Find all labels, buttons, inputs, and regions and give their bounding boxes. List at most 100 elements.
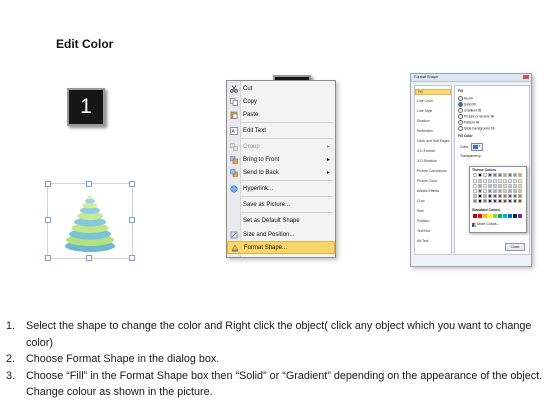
nav-item[interactable]: Crop xyxy=(417,199,425,203)
standard-color-swatch[interactable] xyxy=(493,214,497,218)
standard-color-swatch[interactable] xyxy=(518,214,522,218)
color-swatch[interactable] xyxy=(518,179,522,183)
color-swatch[interactable] xyxy=(473,189,477,193)
radio-gradient-fill[interactable]: Gradient fill xyxy=(458,108,481,113)
resize-handle[interactable] xyxy=(129,217,135,223)
standard-color-swatch[interactable] xyxy=(513,214,517,218)
color-swatch[interactable] xyxy=(508,184,512,188)
menu-item-hyperlink[interactable]: Hyperlink... xyxy=(227,182,335,195)
shape-selection-frame[interactable] xyxy=(45,181,135,261)
nav-item[interactable]: Position xyxy=(417,219,429,223)
color-swatch[interactable] xyxy=(498,194,502,198)
menu-item-format-shape[interactable]: Format Shape... xyxy=(227,241,335,254)
radio-solid-fill[interactable]: Solid fill xyxy=(458,102,476,107)
color-swatch[interactable] xyxy=(488,194,492,198)
color-swatch[interactable] xyxy=(508,173,512,177)
color-swatch[interactable] xyxy=(503,189,507,193)
nav-item-fill[interactable]: Fill xyxy=(415,89,451,95)
color-swatch[interactable] xyxy=(478,179,482,183)
nav-item[interactable]: 3-D Rotation xyxy=(417,159,437,163)
radio-no-fill[interactable]: No fill xyxy=(458,96,472,101)
color-swatch[interactable] xyxy=(493,194,497,198)
resize-handle[interactable] xyxy=(129,255,135,261)
color-picker-button[interactable]: ▾ xyxy=(471,143,483,151)
menu-item-group[interactable]: Group ▸ xyxy=(227,140,335,153)
color-swatch[interactable] xyxy=(488,173,492,177)
color-swatch[interactable] xyxy=(483,179,487,183)
color-swatch[interactable] xyxy=(478,199,482,203)
color-swatch[interactable] xyxy=(513,173,517,177)
standard-color-swatch[interactable] xyxy=(483,214,487,218)
standard-color-swatch[interactable] xyxy=(503,214,507,218)
color-swatch[interactable] xyxy=(513,189,517,193)
color-swatch[interactable] xyxy=(498,184,502,188)
color-swatch[interactable] xyxy=(513,179,517,183)
color-swatch[interactable] xyxy=(518,173,522,177)
resize-handle[interactable] xyxy=(129,181,135,187)
color-swatch[interactable] xyxy=(513,199,517,203)
color-swatch[interactable] xyxy=(503,173,507,177)
color-swatch[interactable] xyxy=(483,199,487,203)
standard-color-swatch[interactable] xyxy=(473,214,477,218)
color-swatch[interactable] xyxy=(488,179,492,183)
nav-item[interactable]: Reflection xyxy=(417,129,433,133)
menu-item-copy[interactable]: Copy xyxy=(227,95,335,108)
menu-item-paste[interactable]: Paste xyxy=(227,108,335,121)
color-swatch[interactable] xyxy=(503,194,507,198)
color-swatch[interactable] xyxy=(493,173,497,177)
color-swatch[interactable] xyxy=(483,189,487,193)
color-swatch[interactable] xyxy=(478,189,482,193)
resize-handle[interactable] xyxy=(45,255,51,261)
nav-item[interactable]: Alt Text xyxy=(417,239,428,243)
color-swatch[interactable] xyxy=(483,194,487,198)
color-swatch[interactable] xyxy=(488,189,492,193)
standard-color-swatch[interactable] xyxy=(508,214,512,218)
color-swatch[interactable] xyxy=(503,199,507,203)
nav-item[interactable]: Glow and Soft Edges xyxy=(417,139,450,143)
menu-item-bring-to-front[interactable]: Bring to Front ▸ xyxy=(227,153,335,166)
nav-item[interactable]: Artistic Effects xyxy=(417,189,439,193)
color-swatch[interactable] xyxy=(503,184,507,188)
color-swatch[interactable] xyxy=(508,189,512,193)
color-swatch[interactable] xyxy=(478,173,482,177)
color-swatch[interactable] xyxy=(483,173,487,177)
color-swatch[interactable] xyxy=(518,189,522,193)
menu-item-set-default-shape[interactable]: Set as Default Shape xyxy=(227,214,335,227)
color-swatch[interactable] xyxy=(518,199,522,203)
nav-item[interactable]: Line Style xyxy=(417,109,432,113)
standard-color-swatch[interactable] xyxy=(498,214,502,218)
color-swatch[interactable] xyxy=(473,184,477,188)
color-swatch[interactable] xyxy=(518,194,522,198)
color-swatch[interactable] xyxy=(478,194,482,198)
resize-handle[interactable] xyxy=(45,181,51,187)
menu-item-cut[interactable]: Cut xyxy=(227,82,335,95)
nav-item[interactable]: Line Color xyxy=(417,99,433,103)
standard-color-swatch[interactable] xyxy=(478,214,482,218)
menu-item-size-position[interactable]: Size and Position... xyxy=(227,228,335,241)
color-swatch[interactable] xyxy=(498,173,502,177)
color-swatch[interactable] xyxy=(478,184,482,188)
nav-item[interactable]: 3-D Format xyxy=(417,149,435,153)
color-swatch[interactable] xyxy=(488,199,492,203)
color-swatch[interactable] xyxy=(503,179,507,183)
menu-item-edit-text[interactable]: A Edit Text xyxy=(227,124,335,137)
color-swatch[interactable] xyxy=(473,194,477,198)
radio-picture-fill[interactable]: Picture or texture fill xyxy=(458,114,494,119)
color-swatch[interactable] xyxy=(473,179,477,183)
color-swatch[interactable] xyxy=(473,199,477,203)
color-swatch[interactable] xyxy=(493,199,497,203)
radio-pattern-fill[interactable]: Pattern fill xyxy=(458,120,479,125)
close-button[interactable]: Close xyxy=(505,243,525,251)
nav-item[interactable]: Shadow xyxy=(417,119,430,123)
color-swatch[interactable] xyxy=(473,173,477,177)
close-icon[interactable] xyxy=(523,75,529,79)
menu-item-send-to-back[interactable]: Send to Back ▸ xyxy=(227,166,335,179)
stacked-cone-shape[interactable] xyxy=(62,184,118,256)
more-colors-link[interactable]: More Colors... xyxy=(477,222,500,226)
color-swatch[interactable] xyxy=(508,194,512,198)
color-swatch[interactable] xyxy=(513,194,517,198)
nav-item[interactable]: Picture Color xyxy=(417,179,437,183)
color-swatch[interactable] xyxy=(498,189,502,193)
resize-handle[interactable] xyxy=(45,217,51,223)
color-swatch[interactable] xyxy=(498,199,502,203)
